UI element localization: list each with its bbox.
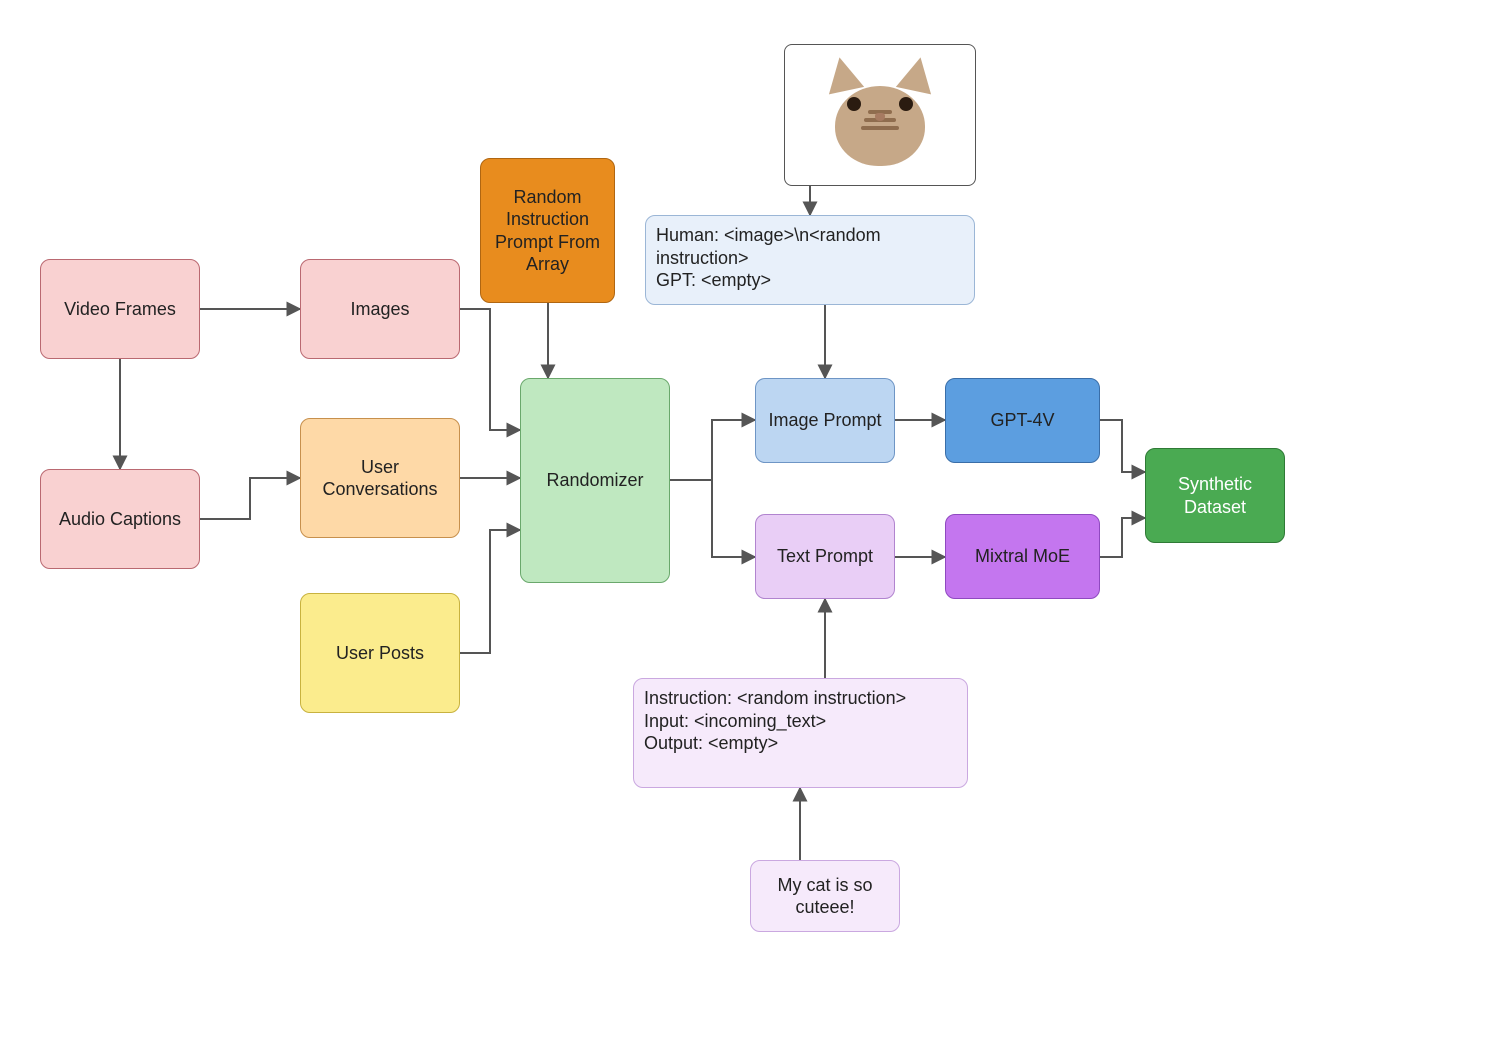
label: Images xyxy=(350,298,409,321)
node-randomizer: Randomizer xyxy=(520,378,670,583)
node-image-prompt-template: Human: <image>\n<random instruction> GPT… xyxy=(645,215,975,305)
edge-images-to-rand xyxy=(460,309,520,430)
node-mixtral: Mixtral MoE xyxy=(945,514,1100,599)
node-example-text: My cat is so cuteee! xyxy=(750,860,900,932)
diagram-canvas: Video Frames Audio Captions Images User … xyxy=(0,0,1494,1054)
node-user-posts: User Posts xyxy=(300,593,460,713)
edge-rand-to-txtprompt xyxy=(670,480,755,557)
label: My cat is so cuteee! xyxy=(761,874,889,919)
edge-gpt4v-to-dataset xyxy=(1100,420,1145,472)
label: Image Prompt xyxy=(768,409,881,432)
label: Human: <image>\n<random instruction> GPT… xyxy=(656,224,964,292)
node-text-prompt-template: Instruction: <random instruction> Input:… xyxy=(633,678,968,788)
edge-audio-to-userconv xyxy=(200,478,300,519)
node-user-conversations: User Conversations xyxy=(300,418,460,538)
node-cat-image xyxy=(784,44,976,186)
label: Randomizer xyxy=(546,469,643,492)
node-gpt4v: GPT-4V xyxy=(945,378,1100,463)
node-random-instruction: Random Instruction Prompt From Array xyxy=(480,158,615,303)
node-images: Images xyxy=(300,259,460,359)
label: Video Frames xyxy=(64,298,176,321)
node-text-prompt: Text Prompt xyxy=(755,514,895,599)
label: Audio Captions xyxy=(59,508,181,531)
label: Random Instruction Prompt From Array xyxy=(491,186,604,276)
node-video-frames: Video Frames xyxy=(40,259,200,359)
label: GPT-4V xyxy=(990,409,1054,432)
label: Instruction: <random instruction> Input:… xyxy=(644,687,906,755)
label: Text Prompt xyxy=(777,545,873,568)
label: User Posts xyxy=(336,642,424,665)
edge-userposts-to-rand xyxy=(460,530,520,653)
node-audio-captions: Audio Captions xyxy=(40,469,200,569)
edge-rand-to-imgprompt xyxy=(670,420,755,480)
label: Synthetic Dataset xyxy=(1156,473,1274,518)
node-synthetic-dataset: Synthetic Dataset xyxy=(1145,448,1285,543)
node-image-prompt: Image Prompt xyxy=(755,378,895,463)
label: Mixtral MoE xyxy=(975,545,1070,568)
label: User Conversations xyxy=(311,456,449,501)
edge-mix-to-dataset xyxy=(1100,518,1145,557)
